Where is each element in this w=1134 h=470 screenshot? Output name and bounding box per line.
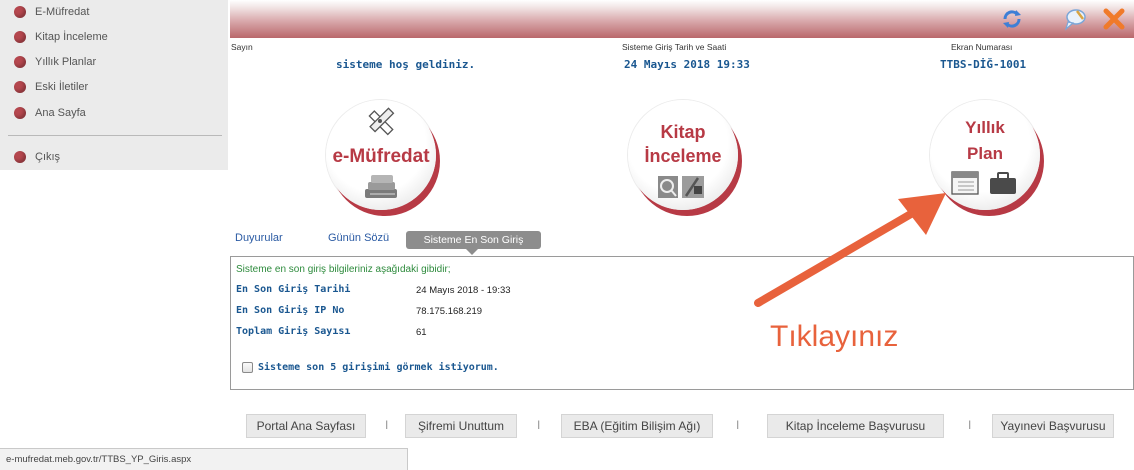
comment-icon[interactable]	[1063, 7, 1087, 31]
sidebar-item-label: Çıkış	[35, 151, 61, 163]
last-five-logins-checkbox[interactable]	[242, 362, 253, 373]
sidebar: E-Müfredat Kitap İnceleme Yıllık Planlar…	[0, 0, 228, 170]
book-review-icon	[658, 176, 704, 198]
last-login-ip-label: En Son Giriş IP No	[236, 305, 345, 316]
sidebar-item-label: E-Müfredat	[35, 6, 90, 18]
panel-intro: Sisteme en son giriş bilgileriniz aşağıd…	[236, 264, 451, 275]
books-icon	[365, 175, 397, 198]
status-bar-url: e-mufredat.meb.gov.tr/TTBS_YP_Giris.aspx	[0, 448, 408, 470]
close-icon[interactable]	[1102, 7, 1126, 31]
yillik-plan-label-line1: Yıllık	[965, 118, 1005, 137]
arrow-annotation-icon	[754, 193, 946, 307]
refresh-icon[interactable]	[1000, 7, 1024, 31]
last-login-date-label: En Son Giriş Tarihi	[236, 284, 351, 295]
sidebar-item-label: Kitap İnceleme	[35, 31, 108, 43]
click-here-annotation: Tıklayınız	[770, 320, 899, 353]
login-time-value: 24 Mayıs 2018 19:33	[624, 58, 750, 71]
eba-button[interactable]: EBA (Eğitim Bilişim Ağı)	[561, 414, 713, 438]
forgot-password-button[interactable]: Şifremi Unuttum	[405, 414, 517, 438]
login-time-label: Sisteme Giriş Tarih ve Saati	[622, 42, 727, 52]
last-five-logins-label[interactable]: Sisteme son 5 girişimi görmek istiyorum.	[258, 362, 499, 373]
portal-home-button[interactable]: Portal Ana Sayfası	[246, 414, 366, 438]
kitap-inceleme-label-line1: Kitap	[660, 122, 706, 142]
sidebar-item-yillik-planlar[interactable]: Yıllık Planlar	[14, 51, 96, 73]
greeting-text: sisteme hoş geldiniz.	[336, 58, 476, 71]
bullet-icon	[14, 107, 26, 119]
yillik-plan-label-line2: Plan	[967, 144, 1003, 163]
greeting-label: Sayın	[231, 42, 253, 52]
footer-separator: I	[968, 418, 972, 432]
e-mufredat-button[interactable]: e-Müfredat	[326, 100, 436, 210]
sidebar-item-kitap-inceleme[interactable]: Kitap İnceleme	[14, 26, 108, 48]
screen-number-label: Ekran Numarası	[951, 42, 1013, 52]
kitap-inceleme-application-button[interactable]: Kitap İnceleme Başvurusu	[767, 414, 944, 438]
calendar-briefcase-icon	[951, 171, 1016, 195]
tab-sisteme-en-son-giris[interactable]: Sisteme En Son Giriş	[406, 231, 541, 249]
ruler-pencil-icon	[368, 107, 395, 136]
publisher-application-button[interactable]: Yayınevi Başvurusu	[992, 414, 1114, 438]
bullet-icon	[14, 31, 26, 43]
screen-number-value: TTBS-DİĞ-1001	[940, 58, 1027, 71]
total-logins-label: Toplam Giriş Sayısı	[236, 326, 351, 337]
sidebar-item-cikis[interactable]: Çıkış	[14, 146, 60, 168]
sidebar-item-label: Ana Sayfa	[35, 107, 86, 119]
footer-separator: I	[736, 418, 740, 432]
header-band	[230, 0, 1134, 38]
e-mufredat-label: e-Müfredat	[332, 146, 430, 167]
footer-separator: I	[385, 418, 389, 432]
page: E-Müfredat Kitap İnceleme Yıllık Planlar…	[0, 0, 1134, 470]
sidebar-item-ana-sayfa[interactable]: Ana Sayfa	[14, 102, 86, 124]
kitap-inceleme-label-line2: İnceleme	[644, 146, 722, 166]
kitap-inceleme-button[interactable]: Kitap İnceleme	[628, 100, 738, 210]
total-logins-value: 61	[416, 327, 427, 338]
last-login-date-value: 24 Mayıs 2018 - 19:33	[416, 285, 511, 296]
tab-duyurular[interactable]: Duyurular	[235, 232, 283, 244]
sidebar-item-label: Yıllık Planlar	[35, 56, 97, 68]
sidebar-item-eski-iletiler[interactable]: Eski İletiler	[14, 76, 88, 98]
footer-separator: I	[537, 418, 541, 432]
tab-gunun-sozu[interactable]: Günün Sözü	[328, 232, 389, 244]
bullet-icon	[14, 81, 26, 93]
sidebar-divider	[8, 135, 222, 136]
bullet-icon	[14, 151, 26, 163]
bullet-icon	[14, 6, 26, 18]
sidebar-item-e-mufredat[interactable]: E-Müfredat	[14, 1, 89, 23]
last-login-ip-value: 78.175.168.219	[416, 306, 483, 317]
active-tab-pointer	[466, 249, 478, 255]
sidebar-item-label: Eski İletiler	[35, 81, 89, 93]
bullet-icon	[14, 56, 26, 68]
